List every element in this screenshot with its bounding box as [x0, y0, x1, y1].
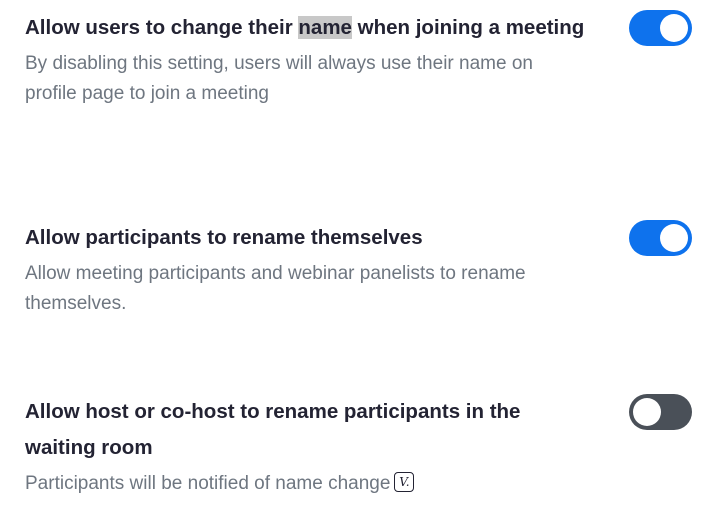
toggle-knob	[660, 14, 688, 42]
setting-rename-in-waiting-room: Allow host or co-host to rename particip…	[25, 394, 709, 499]
highlighted-text: name	[298, 16, 352, 39]
setting-rename-themselves: Allow participants to rename themselves …	[25, 220, 709, 319]
setting-description: By disabling this setting, users will al…	[25, 53, 533, 104]
toggle-knob	[633, 398, 661, 426]
toggle-change-name-when-joining[interactable]	[629, 10, 692, 46]
setting-title: Allow host or co-host to rename particip…	[25, 400, 521, 459]
setting-title: Allow participants to rename themselves	[25, 226, 423, 249]
setting-description: Participants will be notified of name ch…	[25, 469, 585, 499]
setting-description: Allow meeting participants and webinar p…	[25, 263, 526, 314]
toggle-rename-themselves[interactable]	[629, 220, 692, 256]
setting-change-name-when-joining: Allow users to change their name when jo…	[25, 10, 709, 109]
toggle-knob	[660, 224, 688, 252]
toggle-rename-in-waiting-room[interactable]	[629, 394, 692, 430]
setting-title: Allow users to change their name when jo…	[25, 16, 585, 39]
v-badge-icon[interactable]: V.	[394, 471, 415, 492]
